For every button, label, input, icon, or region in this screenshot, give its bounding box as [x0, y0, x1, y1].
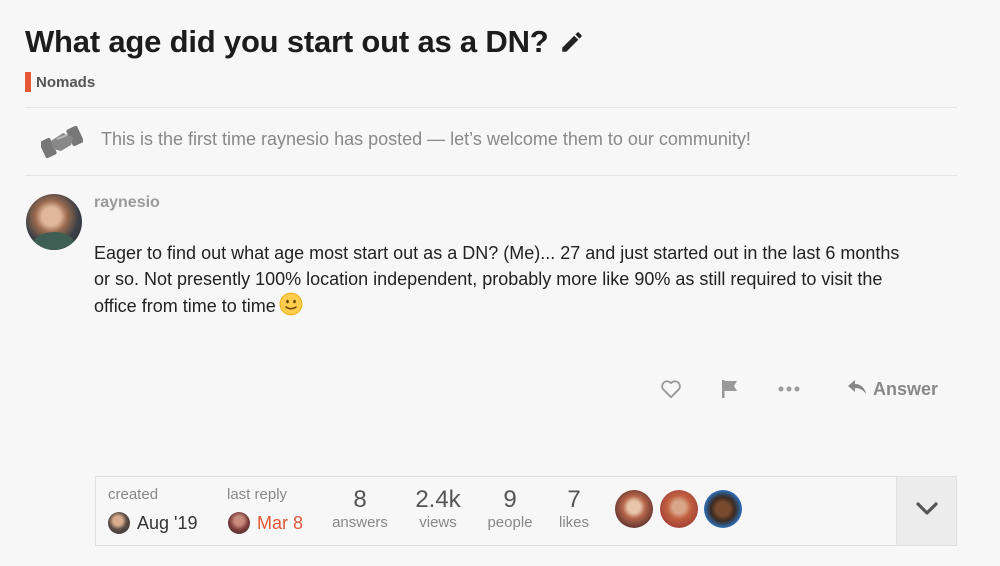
last-reply-date[interactable]: Mar 8 [257, 513, 303, 534]
participant-avatar[interactable] [660, 490, 698, 528]
pencil-icon[interactable] [559, 29, 585, 55]
stat-people: 9 people [475, 486, 545, 532]
stat-label: likes [558, 514, 589, 531]
category-badge[interactable]: Nomads [25, 72, 95, 92]
stat-value: 2.4k [415, 486, 461, 513]
stat-value: 9 [503, 486, 517, 513]
created-date[interactable]: Aug '19 [137, 513, 198, 534]
post-line: Eager to find out what age most start ou… [94, 243, 900, 263]
ellipsis-icon[interactable] [778, 385, 800, 393]
post-body: Eager to find out what age most start ou… [94, 240, 944, 323]
stat-answers[interactable]: 8 answers [325, 486, 395, 532]
post-actions: Answer [0, 376, 1000, 404]
divider [25, 175, 957, 176]
participant-avatar[interactable] [615, 490, 653, 528]
avatar[interactable] [108, 512, 130, 534]
stat-label: answers [332, 514, 388, 531]
stat-views: 2.4k views [403, 486, 473, 532]
topic-summary: created Aug '19 last reply Mar 8 8 answe… [95, 476, 957, 546]
expand-summary-button[interactable] [897, 477, 956, 545]
participant-avatar[interactable] [704, 490, 742, 528]
created-label: created [108, 486, 159, 503]
category-label: Nomads [36, 73, 96, 91]
avatar[interactable] [228, 512, 250, 534]
reply-arrow-icon [847, 378, 867, 401]
slightly-smiling-face-icon [279, 292, 303, 323]
first-post-notice: This is the first time raynesio has post… [25, 108, 957, 175]
post-username[interactable]: raynesio [94, 194, 160, 212]
stat-likes[interactable]: 7 likes [542, 486, 606, 532]
stat-label: views [419, 514, 457, 531]
avatar[interactable] [26, 194, 82, 250]
stat-label: people [487, 514, 533, 531]
heart-icon[interactable] [660, 379, 682, 399]
last-reply-label: last reply [227, 486, 288, 503]
handshake-icon [39, 125, 84, 164]
chevron-down-icon [915, 501, 938, 521]
answer-button[interactable]: Answer [847, 378, 938, 401]
stat-value: 8 [353, 486, 367, 513]
answer-label: Answer [873, 379, 939, 399]
post-line: office from time to time [94, 296, 276, 316]
topic-title: What age did you start out as a DN? [25, 24, 549, 59]
category-color-bar [25, 72, 31, 92]
flag-icon[interactable] [720, 379, 740, 399]
post-line-last: office from time to time [94, 292, 944, 323]
notice-text: This is the first time raynesio has post… [101, 129, 751, 149]
post-line: or so. Not presently 100% location indep… [94, 269, 883, 289]
stat-value: 7 [567, 486, 581, 513]
topic-title-row: What age did you start out as a DN? [25, 24, 585, 60]
